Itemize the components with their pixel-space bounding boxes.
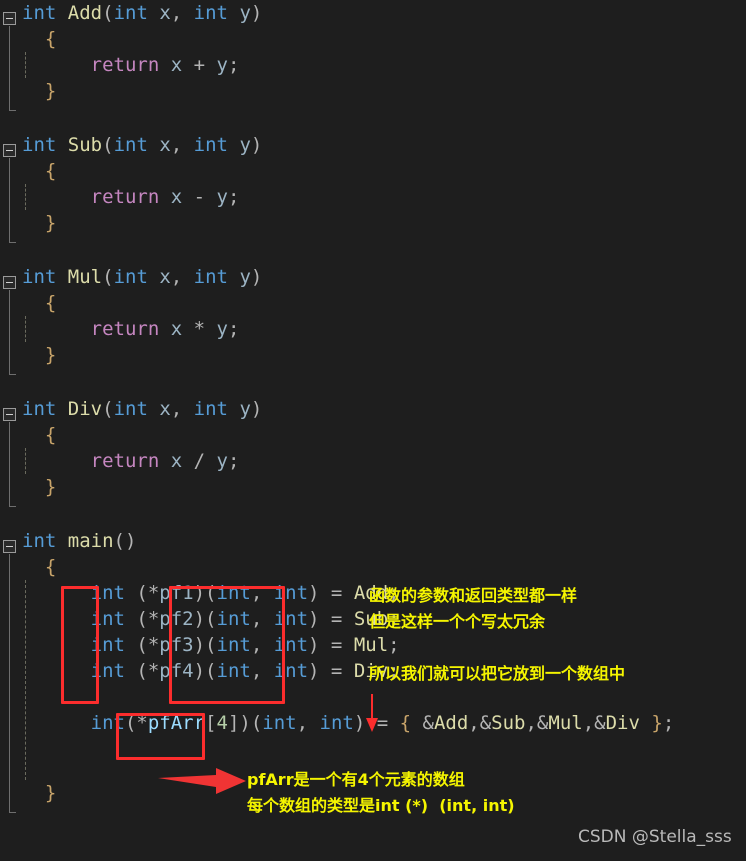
code-line-sub-signature[interactable]: int Sub(int x, int y)	[0, 132, 262, 158]
fold-bracket-div	[9, 422, 10, 506]
code-editor-canvas: int Add(int x, int y) { return x + y; } …	[0, 0, 746, 861]
fold-toggle-add[interactable]	[3, 12, 16, 25]
red-down-arrow-icon	[366, 694, 378, 732]
fold-bracket-foot-add	[9, 110, 16, 111]
code-line-pf2[interactable]: int (*pf2)(int, int) = Sub;	[0, 606, 400, 632]
annotation-put-in-array: 所以我们就可以把它放到一个数组中	[369, 664, 626, 683]
fold-bracket-add	[9, 26, 10, 110]
fold-bracket-foot-div	[9, 506, 16, 507]
indent-guide-sub	[25, 184, 26, 210]
fold-toggle-main[interactable]	[3, 540, 16, 553]
annotation-too-verbose: 但是这样一个个写太冗余	[369, 612, 546, 631]
code-line-pf3[interactable]: int (*pf3)(int, int) = Mul;	[0, 632, 400, 658]
fold-bracket-main	[9, 554, 10, 812]
code-line-div-return[interactable]: return x / y;	[0, 448, 240, 474]
fold-bracket-foot-sub	[9, 242, 16, 243]
fold-bracket-mul	[9, 290, 10, 374]
indent-guide-div	[25, 448, 26, 474]
indent-guide-main	[25, 580, 26, 780]
fold-toggle-mul[interactable]	[3, 276, 16, 289]
code-line-main-signature[interactable]: int main()	[0, 528, 136, 554]
code-line-mul-signature[interactable]: int Mul(int x, int y)	[0, 264, 262, 290]
annotation-params-same: 函数的参数和返回类型都一样	[369, 586, 578, 605]
csdn-watermark: CSDN @Stella_sss	[578, 827, 732, 847]
code-line-add-signature[interactable]: int Add(int x, int y)	[0, 0, 262, 26]
annotation-pfarr-description: pfArr是一个有4个元素的数组	[247, 770, 465, 789]
fold-toggle-sub[interactable]	[3, 144, 16, 157]
code-line-mul-return[interactable]: return x * y;	[0, 316, 240, 342]
fold-toggle-div[interactable]	[3, 408, 16, 421]
code-line-add-return[interactable]: return x + y;	[0, 52, 240, 78]
annotation-pfarr-type: 每个数组的类型是int (*) (int, int)	[247, 796, 515, 815]
fold-bracket-foot-mul	[9, 374, 16, 375]
fold-bracket-sub	[9, 158, 10, 242]
code-line-pfarr[interactable]: int(*pfArr[4])(int, int) = { &Add,&Sub,&…	[0, 710, 675, 736]
red-right-arrow-icon	[158, 768, 246, 794]
code-line-div-signature[interactable]: int Div(int x, int y)	[0, 396, 262, 422]
indent-guide-add	[25, 52, 26, 78]
code-line-pf4[interactable]: int (*pf4)(int, int) = Div;	[0, 658, 400, 684]
fold-bracket-foot-main	[9, 812, 16, 813]
code-line-pf1[interactable]: int (*pf1)(int, int) = Add;	[0, 580, 400, 606]
indent-guide-mul	[25, 316, 26, 342]
code-line-sub-return[interactable]: return x - y;	[0, 184, 240, 210]
